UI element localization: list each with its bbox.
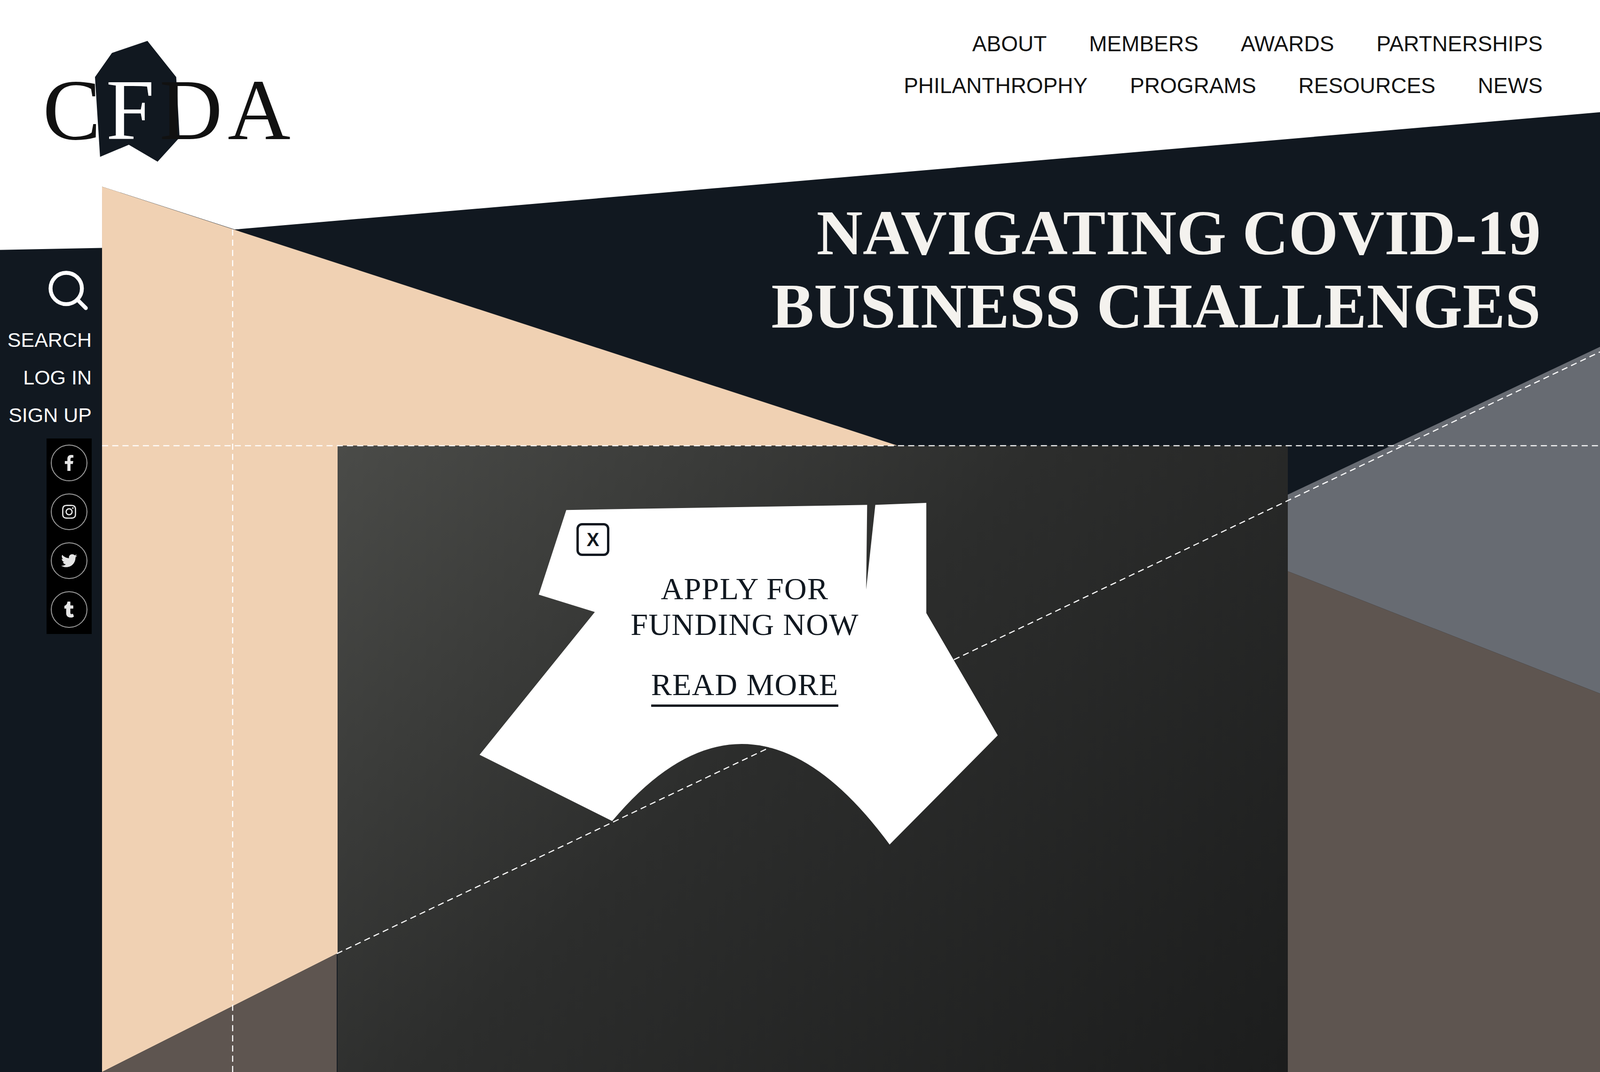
logo-letters: C	[42, 66, 107, 154]
facebook-icon	[61, 455, 78, 472]
nav-item[interactable]: AWARDS	[1240, 30, 1335, 57]
nav-item[interactable]: PHILANTHROPHY	[903, 72, 1088, 99]
nav-item[interactable]: RESOURCES	[1298, 72, 1436, 99]
nav-item[interactable]: NEWS	[1477, 72, 1543, 99]
instagram-icon	[61, 504, 78, 521]
social-link[interactable]	[46, 487, 92, 537]
main-nav: ABOUT MEMBERS AWARDS PARTNERSHIPS PHILANTHRO…	[903, 0, 1600, 99]
sidebar-item[interactable]: LOG IN	[23, 363, 92, 392]
hero-photo: X APPLY FORFUNDING NOW READ MORE	[337, 445, 1288, 1072]
social-link[interactable]	[46, 536, 92, 586]
cfda-logo[interactable]: CFDA	[42, 66, 296, 154]
funding-popup: X APPLY FORFUNDING NOW READ MORE	[479, 503, 998, 845]
hero-title: NAVIGATING COVID-19BUSINESS CHALLENGES	[102, 183, 1600, 446]
page: CFDA ABOUT MEMBERS AWARDS PARTNERSHIPS PHILAN…	[0, 0, 1600, 1072]
social-links	[46, 438, 92, 635]
sidebar-links: SEARCH LOG IN SIGN UP	[7, 325, 92, 430]
nav-item[interactable]: MEMBERS	[1088, 30, 1199, 57]
body: SEARCH LOG IN SIGN UP NAVIGATING COVID-19BU…	[0, 183, 1600, 1072]
close-button[interactable]: X	[576, 523, 610, 557]
sidebar-item[interactable]: SEARCH	[7, 325, 92, 355]
social-link[interactable]	[46, 438, 92, 488]
sidebar: SEARCH LOG IN SIGN UP	[0, 183, 103, 1072]
sidebar-item[interactable]: SIGN UP	[8, 401, 92, 430]
nav-item[interactable]: ABOUT	[972, 30, 1047, 57]
nav-row: ABOUT MEMBERS AWARDS PARTNERSHIPS	[972, 30, 1543, 57]
search-icon[interactable]	[44, 267, 92, 315]
tumblr-icon	[61, 601, 78, 618]
logo-letters: F	[106, 66, 160, 154]
nav-item[interactable]: PARTNERSHIPS	[1376, 30, 1543, 57]
nav-row: PHILANTHROPHY PROGRAMS RESOURCES NEWS	[903, 72, 1543, 99]
nav-item[interactable]: PROGRAMS	[1129, 72, 1256, 99]
main-content: NAVIGATING COVID-19BUSINESS CHALLENGES XA…	[102, 183, 1600, 1072]
read-more-link[interactable]: READ MORE	[651, 667, 839, 708]
social-link[interactable]	[46, 585, 92, 635]
logo-letters: DA	[159, 66, 296, 154]
header: CFDA ABOUT MEMBERS AWARDS PARTNERSHIPS PHILAN…	[0, 0, 1600, 184]
popup-title: APPLY FORFUNDING NOW	[630, 571, 860, 643]
twitter-icon	[61, 552, 78, 569]
